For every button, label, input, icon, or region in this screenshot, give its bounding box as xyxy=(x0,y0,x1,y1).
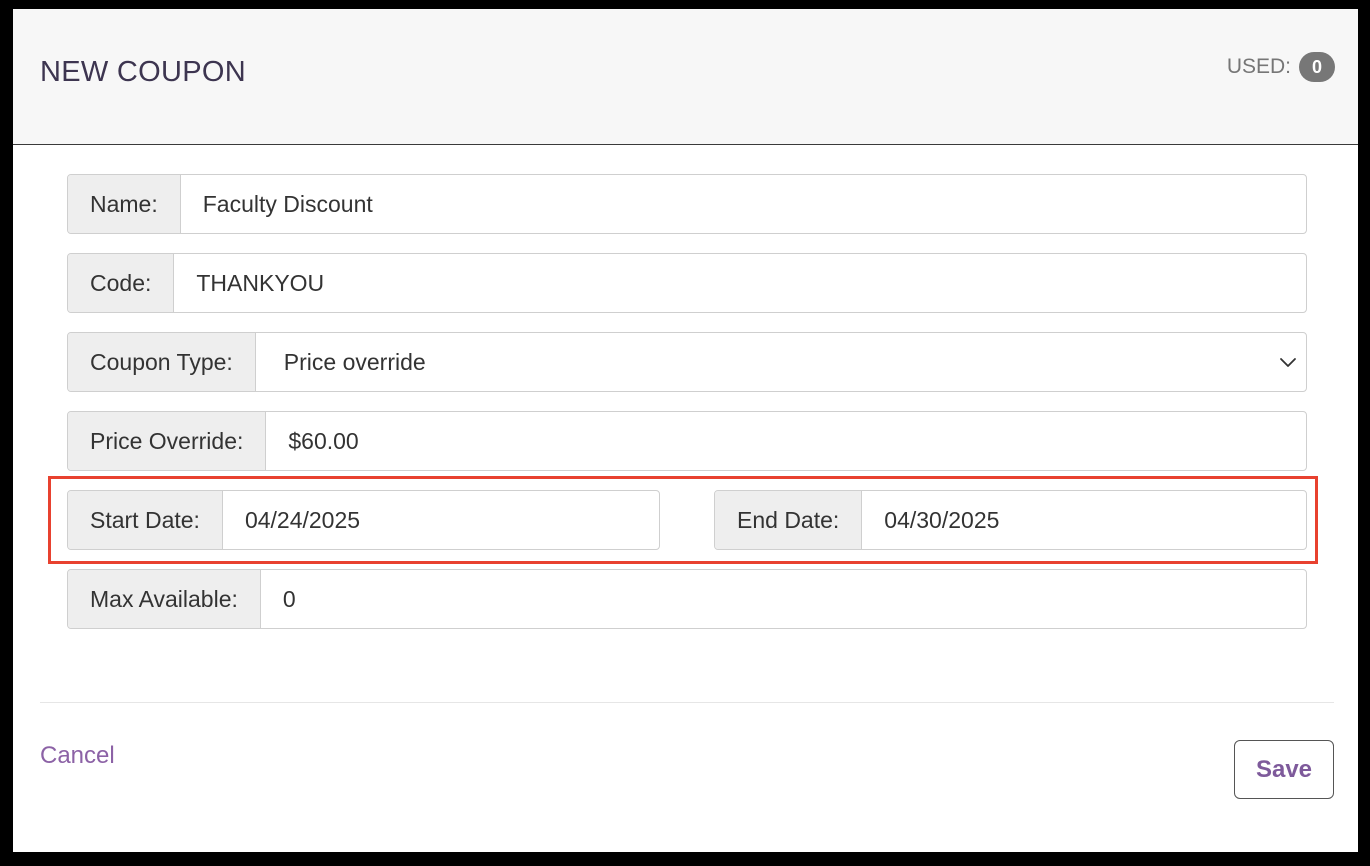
modal-header: NEW COUPON USED: 0 xyxy=(13,9,1358,145)
coupon-type-select[interactable]: Price override xyxy=(256,333,1306,391)
max-available-input[interactable]: 0 xyxy=(261,570,1306,628)
name-input[interactable]: Faculty Discount xyxy=(181,175,1306,233)
used-indicator: USED: 0 xyxy=(1227,52,1335,82)
modal-title: NEW COUPON xyxy=(40,56,246,88)
price-override-input[interactable]: $60.00 xyxy=(266,412,1306,470)
coupon-type-row: Coupon Type: Price override xyxy=(67,332,1307,392)
price-override-row: Price Override: $60.00 xyxy=(67,411,1307,471)
code-row: Code: THANKYOU xyxy=(67,253,1307,313)
name-label: Name: xyxy=(68,175,181,233)
chevron-down-icon xyxy=(1280,358,1296,367)
name-row: Name: Faculty Discount xyxy=(67,174,1307,234)
used-label: USED: xyxy=(1226,55,1291,78)
max-available-row: Max Available: 0 xyxy=(67,569,1307,629)
code-input[interactable]: THANKYOU xyxy=(174,254,1306,312)
date-range-highlight xyxy=(48,476,1318,564)
code-label: Code: xyxy=(68,254,175,312)
coupon-type-value: Price override xyxy=(283,348,426,375)
max-available-label: Max Available: xyxy=(68,570,261,628)
footer-divider xyxy=(40,702,1334,703)
new-coupon-modal: NEW COUPON USED: 0 Name: Faculty Discoun… xyxy=(13,9,1358,852)
coupon-type-label: Coupon Type: xyxy=(68,333,256,391)
price-override-label: Price Override: xyxy=(68,412,267,470)
cancel-link[interactable]: Cancel xyxy=(40,742,115,770)
save-button[interactable]: Save xyxy=(1234,740,1334,799)
used-count-badge: 0 xyxy=(1299,52,1335,82)
